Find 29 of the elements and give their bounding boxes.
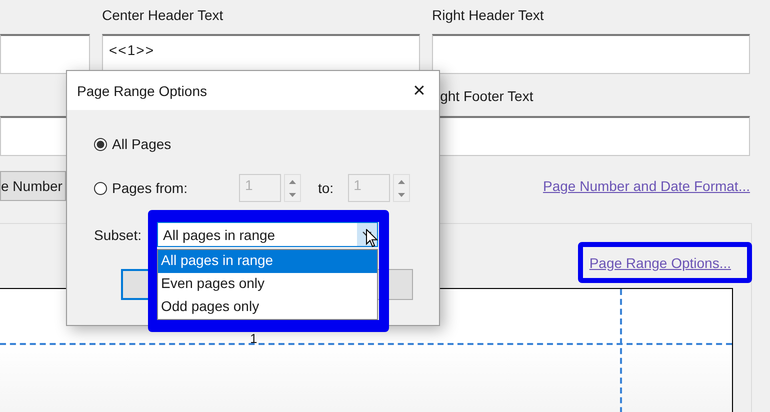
up-arrow-icon[interactable] [289,180,296,184]
down-arrow-icon[interactable] [289,192,296,196]
down-arrow-icon[interactable] [398,192,405,196]
spin-buttons[interactable] [392,174,410,202]
page-number: 1 [250,332,258,346]
close-button[interactable]: ✕ [399,71,439,110]
dropdown-option[interactable]: Even pages only [158,273,377,296]
radio-option[interactable]: Pages from: [94,178,239,198]
text-field[interactable] [432,34,750,74]
dropdown-option[interactable]: All pages in range [158,250,377,273]
format-link[interactable]: Page Number and Date Format... [543,178,750,194]
radio-indicator[interactable] [94,138,107,150]
field-label: Center Header Text [102,7,224,23]
range-options-link[interactable]: Page Range Options... [589,255,731,271]
subset-label: Subset: [94,226,142,242]
field-value: <<1>> [109,42,154,58]
text-field[interactable] [0,34,90,74]
chevron-icon [362,231,372,238]
to-label: to: [318,180,334,196]
dialog-title: Page Range Options [77,82,207,98]
number-button[interactable]: e Number [0,171,66,201]
radio-option[interactable]: All Pages [94,134,439,154]
subset-dropdown[interactable]: All pages in range [157,222,378,247]
up-arrow-icon[interactable] [398,180,405,184]
dropdown-option[interactable]: Odd pages only [158,296,377,319]
radio-indicator[interactable] [94,182,107,194]
field-label: Right Header Text [432,7,545,23]
spin-buttons[interactable] [284,174,301,202]
mouse-cursor-icon [366,229,378,248]
